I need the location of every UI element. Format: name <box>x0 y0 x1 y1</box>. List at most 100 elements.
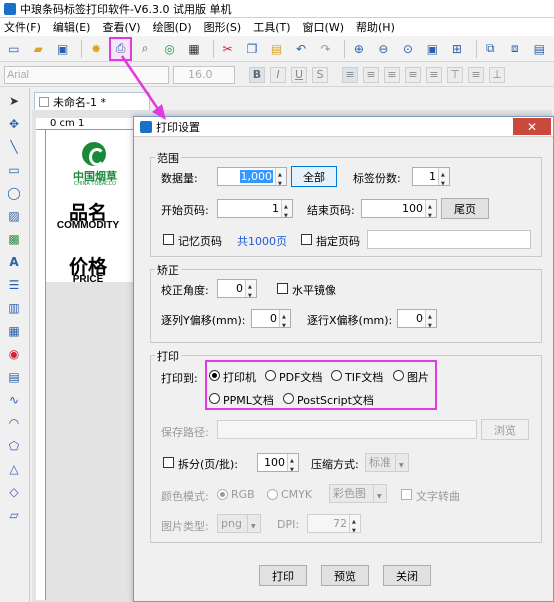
valign-top-icon[interactable]: ⊤ <box>447 66 463 83</box>
font-family-select[interactable]: Arial <box>4 65 169 84</box>
font-size-select[interactable]: 16.0 <box>173 65 235 84</box>
rectangle-tool-icon[interactable]: ▭ <box>4 161 24 179</box>
copies-spinner[interactable] <box>438 167 449 193</box>
angle-spinner[interactable] <box>245 279 256 305</box>
print-icon[interactable]: ⎙ <box>108 36 133 61</box>
paragraph-tool-icon[interactable]: ☰ <box>4 276 24 294</box>
arc-tool-icon[interactable]: ◠ <box>4 414 24 432</box>
stamp-tool-icon[interactable]: ◉ <box>4 345 24 363</box>
split-checkbox[interactable] <box>163 457 174 468</box>
close-button[interactable]: 关闭 <box>383 565 431 586</box>
image-tool-icon[interactable]: ▨ <box>4 207 24 225</box>
diamond-tool-icon[interactable]: ◇ <box>4 483 24 501</box>
copy-icon[interactable]: ❐ <box>242 39 261 59</box>
browse-button[interactable]: 浏览 <box>481 419 529 440</box>
align-left-icon[interactable]: ≡ <box>342 66 358 83</box>
new-icon[interactable]: ▭ <box>4 39 23 59</box>
last-page-button[interactable]: 尾页 <box>441 198 489 219</box>
color-cmyk-radio[interactable] <box>267 489 278 500</box>
justify-icon[interactable]: ≡ <box>405 66 421 83</box>
menu-window[interactable]: 窗口(W) <box>303 19 344 35</box>
polygon-tool-icon[interactable]: ⬠ <box>4 437 24 455</box>
grid-icon[interactable]: ▦ <box>184 39 203 59</box>
menu-help[interactable]: 帮助(H) <box>356 19 395 35</box>
save-icon[interactable]: ▣ <box>53 39 72 59</box>
curve-tool-icon[interactable]: ∿ <box>4 391 24 409</box>
menu-draw[interactable]: 绘图(D) <box>153 19 192 35</box>
zoom-fit-icon[interactable]: ⊙ <box>398 39 417 59</box>
fit-page-icon[interactable]: ▣ <box>423 39 442 59</box>
image-type-select[interactable]: png <box>217 514 261 535</box>
split-spinner[interactable] <box>287 453 298 479</box>
mirror-checkbox[interactable] <box>277 283 288 294</box>
specify-page-input[interactable] <box>367 230 531 249</box>
data-qty-spinner[interactable] <box>275 167 286 193</box>
fit-window-icon[interactable]: ⊞ <box>447 39 466 59</box>
zoom-out-icon[interactable]: ⊖ <box>374 39 393 59</box>
align-right-icon[interactable]: ≡ <box>384 66 400 83</box>
distribute-icon[interactable]: ≡ <box>426 66 442 83</box>
preview-button[interactable]: 预览 <box>321 565 369 586</box>
print-preview-icon[interactable]: ⌕ <box>135 39 154 59</box>
target-printer-radio[interactable] <box>209 370 220 381</box>
angle-input[interactable]: 0 <box>217 279 257 305</box>
align-center-icon[interactable]: ≡ <box>363 66 379 83</box>
remember-page-checkbox[interactable] <box>163 234 174 245</box>
start-page-spinner[interactable] <box>281 199 292 225</box>
copies-input[interactable]: 1 <box>412 167 450 193</box>
table-tool-icon[interactable]: ▤ <box>4 368 24 386</box>
italic-button[interactable]: I <box>270 66 286 83</box>
open-icon[interactable]: ▰ <box>28 39 47 59</box>
undo-icon[interactable]: ↶ <box>291 39 310 59</box>
dpi-spinner[interactable] <box>349 514 360 540</box>
specify-page-checkbox[interactable] <box>301 234 312 245</box>
target-ppml-radio[interactable] <box>209 393 220 404</box>
triangle-tool-icon[interactable]: △ <box>4 460 24 478</box>
col-y-input[interactable]: 0 <box>251 309 291 335</box>
row-x-spinner[interactable] <box>425 309 436 335</box>
label-preview[interactable]: 中国烟草 CHINA TOBACCO 品名 COMMODITY 价格 PRICE <box>46 130 134 285</box>
select-pointer-icon[interactable]: ➤ <box>4 92 24 110</box>
line-tool-icon[interactable]: ╲ <box>4 138 24 156</box>
split-input[interactable]: 100 <box>257 453 299 479</box>
end-page-input[interactable]: 100 <box>361 199 437 225</box>
end-page-spinner[interactable] <box>425 199 436 225</box>
underline-button[interactable]: U <box>291 66 307 83</box>
data-qty-input[interactable]: 1,000 <box>217 167 287 193</box>
target-pdf-radio[interactable] <box>265 370 276 381</box>
qrcode-tool-icon[interactable]: ▦ <box>4 322 24 340</box>
bold-button[interactable]: B <box>249 66 265 83</box>
parallelogram-tool-icon[interactable]: ▱ <box>4 506 24 524</box>
group-icon[interactable]: ⧉ <box>481 39 500 59</box>
database-icon[interactable]: ◎ <box>160 39 179 59</box>
menu-file[interactable]: 文件(F) <box>4 19 41 35</box>
color-select[interactable]: 彩色图 <box>329 484 387 505</box>
text-tool-icon[interactable]: A <box>4 253 24 271</box>
valign-bottom-icon[interactable]: ⊥ <box>489 66 505 83</box>
settings-icon[interactable]: ✹ <box>86 39 105 59</box>
text-curve-checkbox[interactable] <box>401 489 412 500</box>
target-postscript-radio[interactable] <box>283 393 294 404</box>
ungroup-icon[interactable]: ⧈ <box>505 39 524 59</box>
target-image-radio[interactable] <box>393 370 404 381</box>
pan-icon[interactable]: ✥ <box>4 115 24 133</box>
valign-middle-icon[interactable]: ≡ <box>468 66 484 83</box>
compress-select[interactable]: 标准 <box>365 453 409 474</box>
menu-edit[interactable]: 编辑(E) <box>53 19 91 35</box>
dpi-input[interactable]: 72 <box>307 514 361 540</box>
target-tif-radio[interactable] <box>331 370 342 381</box>
align-icon[interactable]: ▤ <box>530 39 549 59</box>
ellipse-tool-icon[interactable]: ◯ <box>4 184 24 202</box>
zoom-in-icon[interactable]: ⊕ <box>349 39 368 59</box>
row-x-input[interactable]: 0 <box>397 309 437 335</box>
col-y-spinner[interactable] <box>279 309 290 335</box>
save-path-input[interactable] <box>217 420 477 439</box>
picture-tool-icon[interactable]: ▩ <box>4 230 24 248</box>
strike-button[interactable]: S <box>312 66 328 83</box>
barcode-tool-icon[interactable]: ▥ <box>4 299 24 317</box>
menu-shape[interactable]: 图形(S) <box>204 19 242 35</box>
color-rgb-radio[interactable] <box>217 489 228 500</box>
dialog-close-button[interactable]: ✕ <box>513 118 551 135</box>
all-button[interactable]: 全部 <box>291 166 337 187</box>
document-tab[interactable]: 未命名-1 * <box>34 92 150 110</box>
